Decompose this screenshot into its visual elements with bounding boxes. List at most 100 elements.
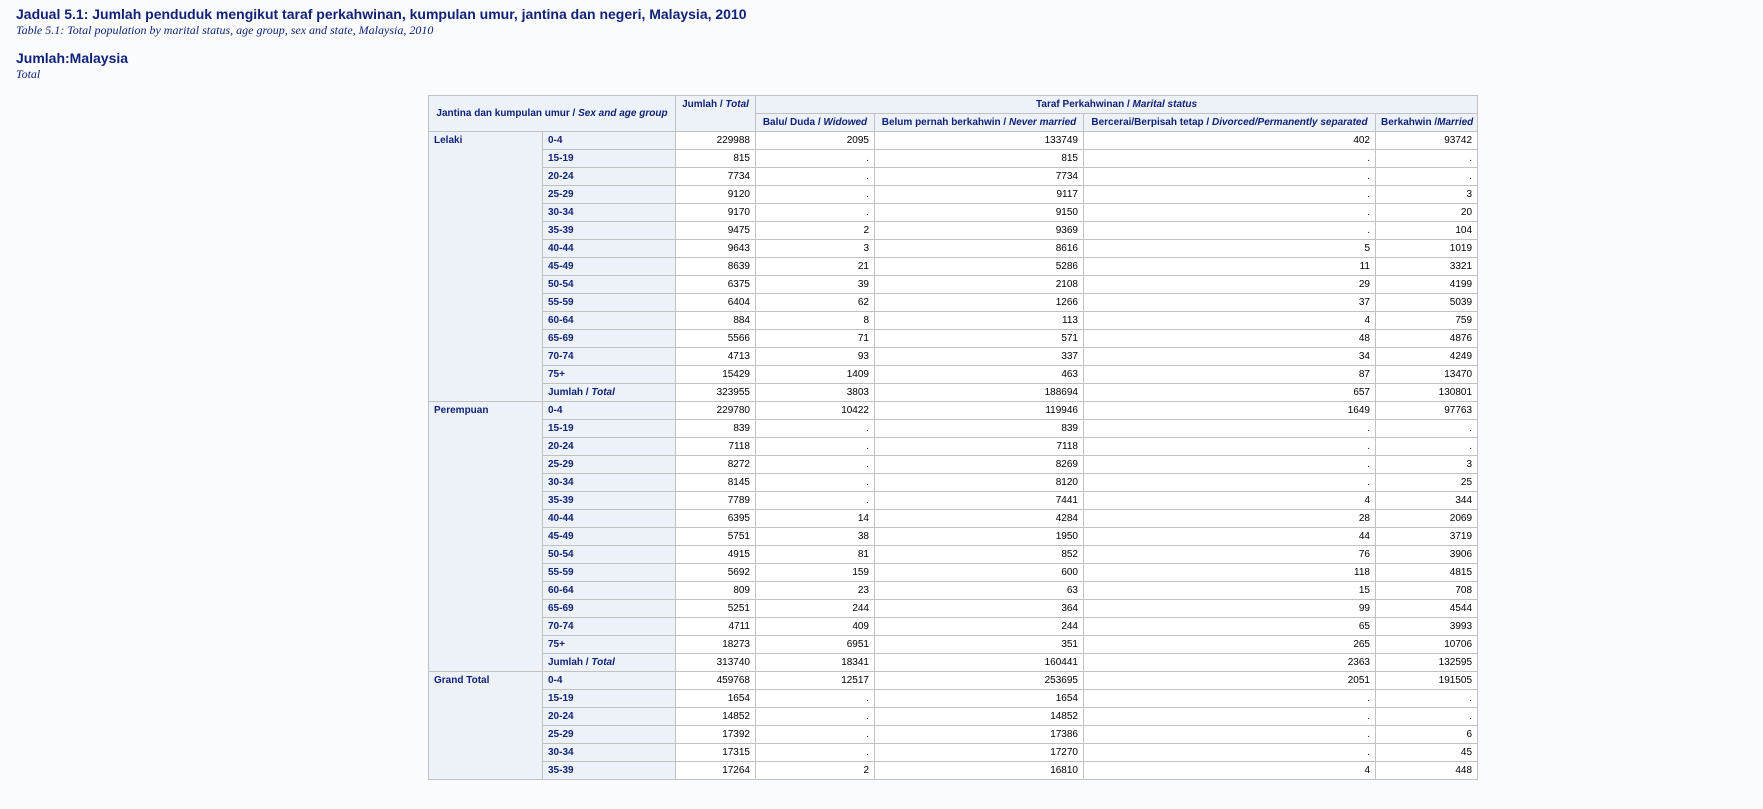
header-never-married: Belum pernah berkahwin / Never married [874, 113, 1084, 132]
value-cell: 4711 [675, 617, 756, 636]
value-cell: . [1083, 419, 1376, 438]
value-cell: 104 [1374, 221, 1479, 240]
value-cell: 2051 [1083, 671, 1376, 690]
value-cell: 65 [1083, 617, 1376, 636]
value-cell: 6951 [755, 635, 875, 654]
value-cell: 8639 [675, 257, 756, 276]
value-cell: 9369 [874, 221, 1084, 240]
table-subtitle: Table 5.1: Total population by marital s… [16, 23, 434, 37]
value-cell: . [1083, 473, 1376, 492]
value-cell: 229988 [675, 131, 756, 150]
value-cell: . [755, 491, 875, 510]
value-cell: 159 [755, 563, 875, 582]
value-cell: . [755, 743, 875, 762]
table-row: 50-54 6375 39 2108 29 4199 [429, 275, 1479, 294]
value-cell: 23 [755, 581, 875, 600]
value-cell: . [755, 185, 875, 204]
value-cell: 2 [755, 221, 875, 240]
age-group-label: 50-54 [542, 545, 676, 564]
age-group-label: 65-69 [542, 599, 676, 618]
value-cell: 8145 [675, 473, 756, 492]
value-cell: 884 [675, 311, 756, 330]
value-cell: 4544 [1374, 599, 1479, 618]
table-row: 55-59 6404 62 1266 37 5039 [429, 293, 1479, 312]
value-cell: 87 [1083, 365, 1376, 384]
age-group-label: Jumlah / Total [542, 383, 676, 402]
value-cell: 39 [755, 275, 875, 294]
table-row: 75+ 15429 1409 463 87 13470 [429, 365, 1479, 384]
header-widowed: Balu/ Duda / Widowed [755, 113, 875, 132]
value-cell: 8269 [874, 455, 1084, 474]
value-cell: 97763 [1374, 401, 1479, 420]
value-cell: 113 [874, 311, 1084, 330]
value-cell: 188694 [874, 383, 1084, 402]
age-group-label: 25-29 [542, 455, 676, 474]
value-cell: . [1083, 437, 1376, 456]
age-group-label: 25-29 [542, 725, 676, 744]
age-group-label: 15-19 [542, 689, 676, 708]
region-subtitle: Total [16, 67, 41, 81]
table-row: 15-19 815. 815.. [429, 149, 1479, 168]
value-cell: . [755, 455, 875, 474]
value-cell: 1019 [1374, 239, 1479, 258]
value-cell: 815 [675, 149, 756, 168]
value-cell: 839 [675, 419, 756, 438]
age-group-label: 35-39 [542, 221, 676, 240]
value-cell: 3803 [755, 383, 875, 402]
value-cell: 34 [1083, 347, 1376, 366]
value-cell: 5 [1083, 239, 1376, 258]
value-cell: 3719 [1374, 527, 1479, 546]
value-cell: 4249 [1374, 347, 1479, 366]
value-cell: 18273 [675, 635, 756, 654]
table-row: 15-19 839. 839.. [429, 419, 1479, 438]
value-cell: 15 [1083, 581, 1376, 600]
value-cell: 3906 [1374, 545, 1479, 564]
age-group-label: 20-24 [542, 437, 676, 456]
table-row: Lelaki 0-4 229988 2095 133749 402 93742 [428, 131, 1479, 402]
table-row: 60-64 809 23 63 15 708 [429, 581, 1479, 600]
value-cell: 1266 [874, 293, 1084, 312]
region-title: Jumlah:Malaysia [16, 50, 129, 66]
value-cell: 1654 [874, 689, 1084, 708]
value-cell: 93742 [1374, 131, 1479, 150]
table-row: 30-34 9170. 9150. 20 [429, 203, 1479, 222]
value-cell: 48 [1083, 329, 1376, 348]
age-group-label: 15-19 [542, 419, 676, 438]
value-cell: 5692 [675, 563, 756, 582]
value-cell: 4915 [675, 545, 756, 564]
age-group-label: 0-4 [542, 131, 676, 150]
value-cell: 5566 [675, 329, 756, 348]
value-cell: 9117 [874, 185, 1084, 204]
value-cell: 7118 [874, 437, 1084, 456]
value-cell: . [1083, 743, 1376, 762]
age-group-label: 45-49 [542, 257, 676, 276]
value-cell: 265 [1083, 635, 1376, 654]
value-cell: 2 [755, 761, 875, 780]
age-group-label: 60-64 [542, 581, 676, 600]
value-cell: 62 [755, 293, 875, 312]
value-cell: . [1083, 167, 1376, 186]
value-cell: 2069 [1374, 509, 1479, 528]
age-group-label: 65-69 [542, 329, 676, 348]
value-cell: 25 [1374, 473, 1479, 492]
value-cell: 9475 [675, 221, 756, 240]
value-cell: 2363 [1083, 653, 1376, 672]
value-cell: 3 [755, 239, 875, 258]
table-row: 35-39 7789. 7441 4 344 [429, 491, 1479, 510]
table-row: 30-34 8145. 8120. 25 [429, 473, 1479, 492]
value-cell: 38 [755, 527, 875, 546]
value-cell: 15429 [675, 365, 756, 384]
table-row: 40-44 6395 14 4284 28 2069 [429, 509, 1479, 528]
age-group-label: 45-49 [542, 527, 676, 546]
value-cell: 93 [755, 347, 875, 366]
table-row: Jumlah / Total 323955 3803 188694 657 130801 [429, 383, 1479, 402]
age-group-label: 20-24 [542, 707, 676, 726]
value-cell: 16810 [874, 761, 1084, 780]
table-row: 25-29 17392. 17386. 6 [429, 725, 1479, 744]
age-group-label: 35-39 [542, 761, 676, 780]
value-cell: . [755, 437, 875, 456]
age-group-label: Jumlah / Total [542, 653, 676, 672]
value-cell: 7118 [675, 437, 756, 456]
value-cell: 63 [874, 581, 1084, 600]
table-row: 20-24 7734. 7734.. [429, 167, 1479, 186]
